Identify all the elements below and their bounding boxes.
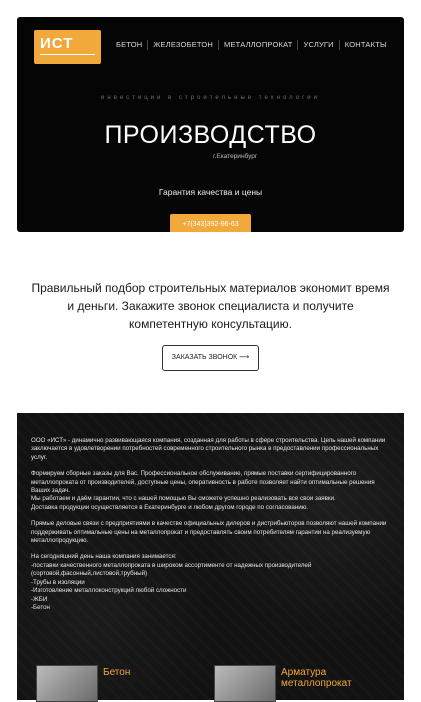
hero-title: ПРОИЗВОДСТВО: [104, 121, 317, 149]
hero-city: г.Екатеринбург: [213, 153, 258, 160]
product-card-armatura[interactable]: Арматура металлопрокат: [214, 665, 364, 702]
consultation-pitch: Правильный подбор строительных материало…: [31, 281, 390, 331]
product-title: Бетон: [103, 667, 131, 678]
nav-item-kontakty[interactable]: Контакты: [338, 40, 392, 50]
about-paragraph: На сегодняшний день наша компания занима…: [31, 553, 312, 611]
phone-button[interactable]: +7(343)392-96-63: [170, 214, 251, 232]
hero-guarantee: Гарантия качества и цены: [158, 187, 263, 197]
hero-tagline: инвестиции в строительные технологии: [101, 95, 320, 101]
product-image: [36, 665, 98, 702]
product-image: [214, 665, 276, 702]
logo-underline: [40, 54, 95, 55]
product-card-beton[interactable]: Бетон: [36, 665, 186, 702]
nav-item-beton[interactable]: Бетон: [111, 40, 147, 50]
nav-item-zhelezobeton[interactable]: Железобетон: [147, 40, 218, 50]
main-nav: Бетон Железобетон Металлопрокат Услуги К…: [111, 40, 392, 50]
about-section: ООО «ИСТ» - динамично развивающаяся комп…: [17, 413, 404, 700]
about-text: ООО «ИСТ» - динамично развивающаяся комп…: [31, 437, 391, 620]
hero-section: ИСТ Бетон Железобетон Металлопрокат Услу…: [17, 17, 404, 232]
order-call-button[interactable]: ЗАКАЗАТЬ ЗВОНОК ⟶: [162, 345, 259, 371]
company-logo[interactable]: ИСТ: [34, 30, 101, 64]
about-paragraph: Формируем сборные заказы для Вас. Профес…: [31, 470, 375, 511]
about-paragraph: ООО «ИСТ» - динамично развивающаяся комп…: [31, 437, 386, 461]
nav-item-uslugi[interactable]: Услуги: [297, 40, 338, 50]
product-title: Арматура металлопрокат: [281, 667, 352, 689]
about-paragraph: Прямые деловые связи с предприятиями в к…: [31, 520, 387, 545]
logo-text: ИСТ: [40, 35, 74, 52]
nav-item-metalloprokat[interactable]: Металлопрокат: [218, 40, 297, 50]
